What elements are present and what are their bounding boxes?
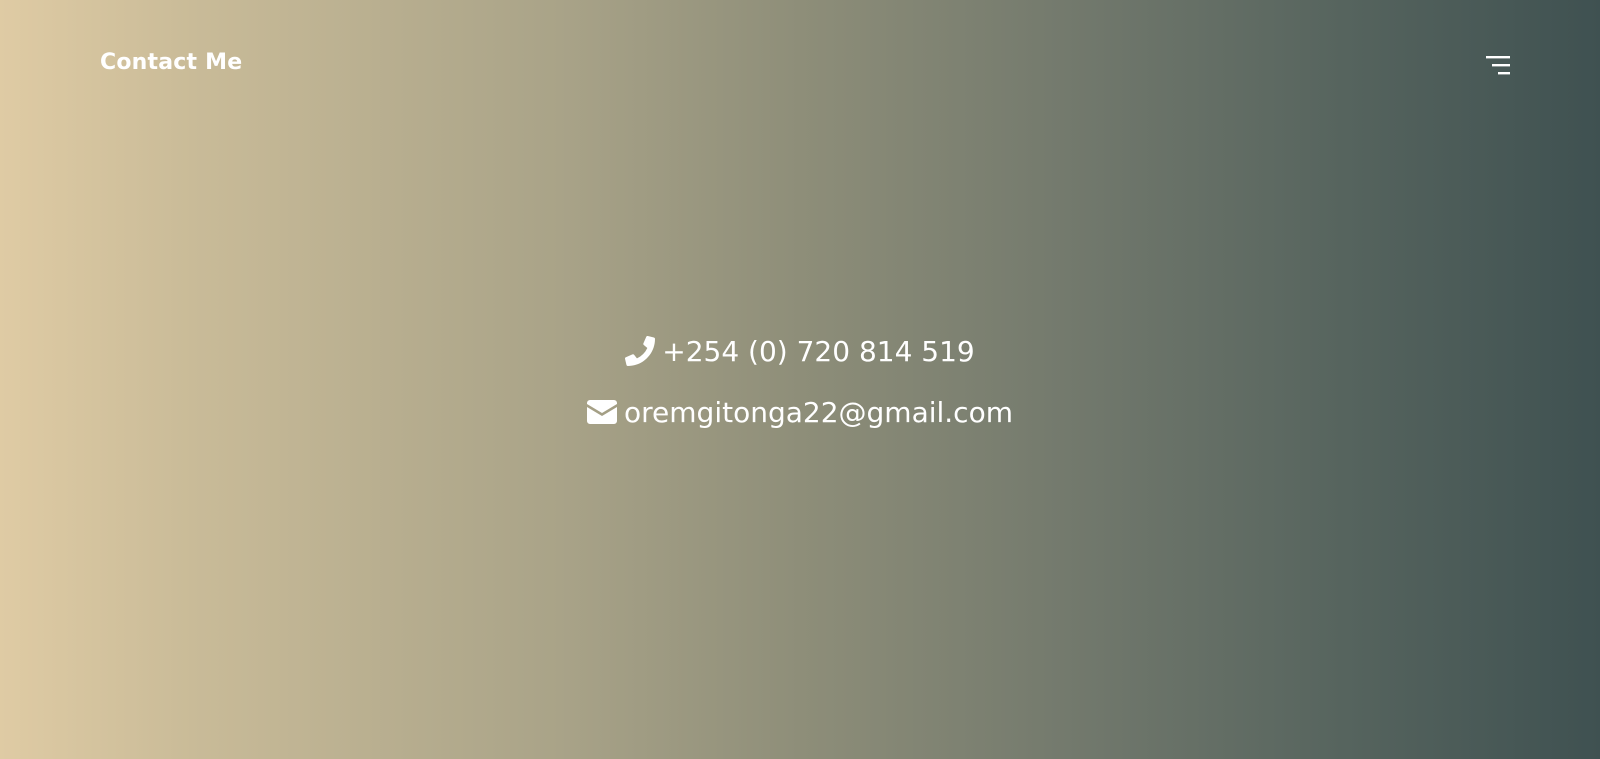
phone-contact: +254 (0) 720 814 519 [0,326,1600,376]
email-contact: oremgitonga22@gmail.com [0,387,1600,437]
contact-info: +254 (0) 720 814 519 oremgitonga22@gmail… [0,326,1600,448]
hamburger-menu-icon [1486,54,1514,78]
menu-button[interactable] [1486,54,1514,78]
email-address[interactable]: oremgitonga22@gmail.com [624,396,1013,429]
site-header: Contact Me [0,0,1600,130]
phone-icon [625,336,656,366]
envelope-icon [587,399,618,425]
page-title[interactable]: Contact Me [100,50,242,75]
phone-number[interactable]: +254 (0) 720 814 519 [662,335,975,368]
